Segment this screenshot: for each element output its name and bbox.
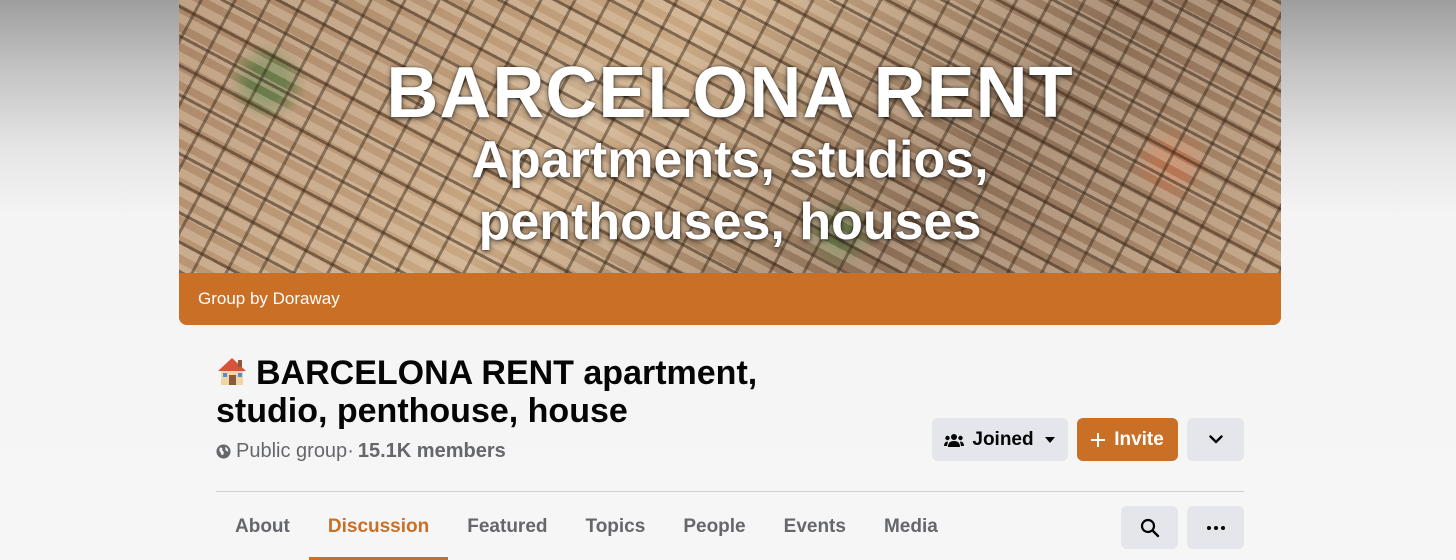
house-icon xyxy=(218,358,246,385)
group-page: BARCELONA RENT Apartments, studios, pent… xyxy=(0,0,1456,560)
ellipsis-icon xyxy=(1206,525,1225,530)
group-by-label[interactable]: Group by Doraway xyxy=(198,289,340,309)
meta-separator: · xyxy=(347,440,354,462)
header-divider xyxy=(216,491,1244,492)
tab-about[interactable]: About xyxy=(216,506,309,560)
joined-button[interactable]: Joined xyxy=(932,418,1068,461)
group-title: BARCELONA RENT apartment, studio, pentho… xyxy=(216,354,816,430)
tab-events[interactable]: Events xyxy=(765,506,865,560)
group-meta: Public group · 15.1K members xyxy=(216,440,506,463)
cover-photo[interactable]: BARCELONA RENT Apartments, studios, pent… xyxy=(179,0,1281,325)
invite-label: Invite xyxy=(1114,428,1164,450)
cover-title-line1: BARCELONA RENT xyxy=(386,53,1074,133)
tab-topics[interactable]: Topics xyxy=(567,506,665,560)
caret-down-icon xyxy=(1044,436,1055,443)
plus-icon xyxy=(1091,432,1106,447)
globe-icon xyxy=(216,444,231,459)
members-count[interactable]: 15.1K members xyxy=(358,440,506,463)
more-options-button[interactable] xyxy=(1187,418,1244,461)
search-button[interactable] xyxy=(1121,506,1178,549)
more-actions-button[interactable] xyxy=(1187,506,1244,549)
cover-title-line2: Apartments, studios, xyxy=(471,131,989,189)
invite-button[interactable]: Invite xyxy=(1077,418,1178,461)
chevron-down-icon xyxy=(1208,435,1223,444)
group-title-text: BARCELONA RENT apartment, studio, pentho… xyxy=(216,354,758,430)
joined-label: Joined xyxy=(972,428,1034,450)
cover-title-line3: penthouses, houses xyxy=(478,193,982,251)
search-icon xyxy=(1140,518,1159,537)
tab-media[interactable]: Media xyxy=(865,506,957,560)
tab-discussion[interactable]: Discussion xyxy=(308,506,449,560)
privacy-label: Public group xyxy=(236,440,348,462)
tab-people[interactable]: People xyxy=(664,506,764,560)
people-icon xyxy=(944,433,965,447)
tab-featured[interactable]: Featured xyxy=(448,506,566,560)
cover-group-by-bar: Group by Doraway xyxy=(179,273,1281,325)
group-tabs: About Discussion Featured Topics People … xyxy=(216,506,957,560)
